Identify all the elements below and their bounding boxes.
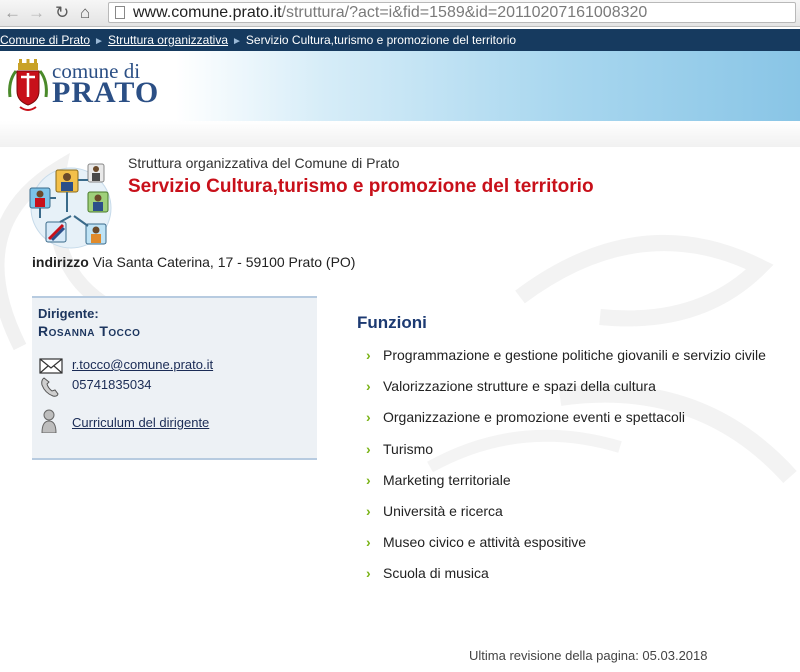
chevron-right-icon: › xyxy=(366,409,371,426)
home-icon[interactable]: ⌂ xyxy=(80,3,90,23)
person-icon xyxy=(41,409,57,433)
dirigente-name: Rosanna Tocco xyxy=(38,323,141,339)
page-title: Servizio Cultura,turismo e promozione de… xyxy=(128,176,594,197)
reload-icon[interactable]: ↻ xyxy=(55,3,69,23)
list-item-label: Scuola di musica xyxy=(383,565,489,582)
list-item-label: Valorizzazione strutture e spazi della c… xyxy=(383,378,656,395)
chevron-right-icon: › xyxy=(366,440,371,457)
page-subtitle: Struttura organizzativa del Comune di Pr… xyxy=(128,155,400,171)
email-link[interactable]: r.tocco@comune.prato.it xyxy=(72,357,213,372)
breadcrumb-link-struttura[interactable]: Struttura organizzativa xyxy=(108,33,228,47)
chevron-right-icon: › xyxy=(366,471,371,488)
address-value: Via Santa Caterina, 17 - 59100 Prato (PO… xyxy=(92,254,356,270)
list-item-label: Turismo xyxy=(383,440,434,457)
address-bar[interactable]: www.comune.prato.it/struttura/?act=i&fid… xyxy=(108,2,796,23)
org-chart-icon xyxy=(29,163,112,249)
address-label: indirizzo xyxy=(32,254,89,270)
dirigente-panel: Dirigente: Rosanna Tocco r.tocco@comune.… xyxy=(32,296,317,460)
chevron-right-icon: › xyxy=(366,347,371,363)
chevron-right-icon: › xyxy=(366,565,371,582)
browser-toolbar: ← → ↻ ⌂ www.comune.prato.it/struttura/?a… xyxy=(0,0,800,27)
breadcrumb: Comune di Prato ► Struttura organizzativa ►… xyxy=(0,29,800,51)
address-line: indirizzo Via Santa Caterina, 17 - 59100… xyxy=(32,254,355,270)
breadcrumb-separator-icon: ► xyxy=(232,36,242,47)
chevron-right-icon: › xyxy=(366,378,371,395)
chevron-right-icon: › xyxy=(366,534,371,551)
curriculum-link[interactable]: Curriculum del dirigente xyxy=(72,415,209,430)
forward-arrow-icon[interactable]: → xyxy=(28,3,45,23)
chevron-right-icon: › xyxy=(366,502,371,519)
url-host: www.comune.prato.it xyxy=(133,4,282,21)
list-item-label: Programmazione e gestione politiche giov… xyxy=(383,347,766,363)
list-item-label: Università e ricerca xyxy=(383,502,503,519)
back-arrow-icon[interactable]: ← xyxy=(4,3,21,23)
list-item-label: Organizzazione e promozione eventi e spe… xyxy=(383,409,685,426)
url-path: /struttura/?act=i&fid=1589&id=2011020716… xyxy=(281,4,648,21)
header-band xyxy=(0,121,800,147)
funzioni-heading: Funzioni xyxy=(357,313,427,332)
breadcrumb-separator-icon: ► xyxy=(94,36,104,47)
revision-date: Ultima revisione della pagina: 05.03.201… xyxy=(469,648,708,663)
dirigente-label: Dirigente: xyxy=(38,306,99,321)
page-icon xyxy=(115,6,125,19)
list-item-label: Museo civico e attività espositive xyxy=(383,534,587,551)
list-item-label: Marketing territoriale xyxy=(383,471,511,488)
mail-icon xyxy=(39,358,63,374)
phone-icon xyxy=(41,377,59,397)
logo-text-big: PRATO xyxy=(52,76,160,109)
url-text: www.comune.prato.it/struttura/?act=i&fid… xyxy=(133,4,647,22)
phone-number: 05741835034 xyxy=(72,377,152,392)
breadcrumb-current: Servizio Cultura,turismo e promozione de… xyxy=(245,33,517,47)
site-header: comune di PRATO xyxy=(0,51,800,121)
crest-icon[interactable] xyxy=(6,57,50,115)
breadcrumb-link-home[interactable]: Comune di Prato xyxy=(0,33,90,47)
